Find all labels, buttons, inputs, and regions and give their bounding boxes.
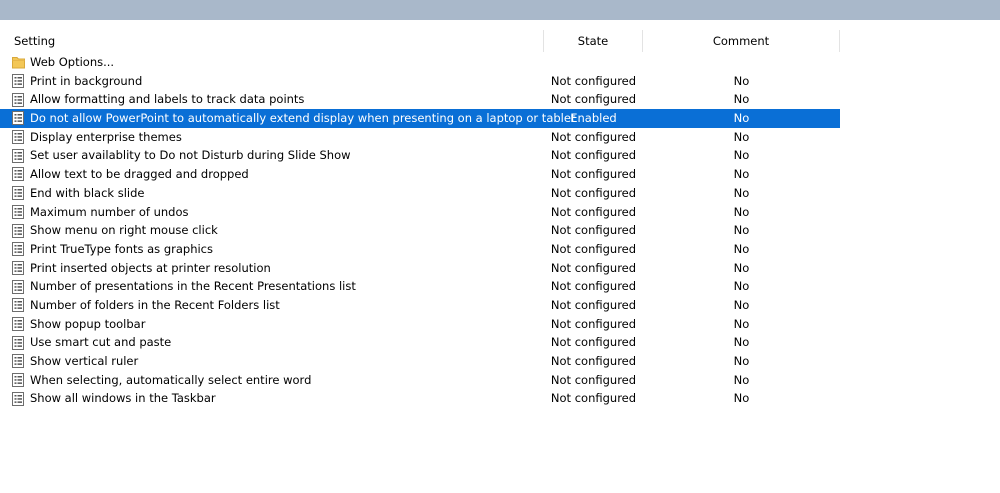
setting-row[interactable]: Show menu on right mouse click Not confi…	[0, 221, 840, 240]
setting-state: Not configured	[550, 391, 637, 406]
setting-row[interactable]: Print inserted objects at printer resolu…	[0, 259, 840, 278]
setting-state: Not configured	[550, 73, 637, 88]
setting-label: Show all windows in the Taskbar	[30, 391, 216, 406]
setting-state: Not configured	[550, 129, 637, 144]
setting-comment: No	[733, 297, 750, 312]
setting-row[interactable]: Show vertical ruler Not configured No	[0, 352, 840, 371]
setting-state: Enabled	[570, 111, 617, 126]
policy-setting-icon	[12, 354, 24, 369]
setting-comment: No	[733, 167, 750, 182]
setting-comment: No	[733, 148, 750, 163]
setting-state: Not configured	[550, 260, 637, 275]
setting-comment: No	[733, 204, 750, 219]
setting-comment: No	[733, 335, 750, 350]
setting-comment: No	[733, 129, 750, 144]
policy-setting-icon	[12, 260, 24, 275]
setting-comment: No	[733, 260, 750, 275]
setting-label: Show menu on right mouse click	[30, 223, 218, 238]
policy-setting-icon	[12, 92, 24, 107]
setting-label: Allow text to be dragged and dropped	[30, 167, 249, 182]
setting-row[interactable]: Allow text to be dragged and dropped Not…	[0, 165, 840, 184]
policy-setting-icon	[12, 130, 24, 145]
setting-label: Show vertical ruler	[30, 354, 139, 368]
setting-label: Print in background	[30, 73, 143, 88]
policy-setting-icon	[12, 316, 24, 331]
setting-label: Print inserted objects at printer resolu…	[30, 260, 271, 275]
folder-icon	[12, 57, 25, 69]
policy-setting-icon	[12, 335, 24, 350]
setting-state: Not configured	[550, 241, 637, 256]
setting-comment: No	[733, 316, 750, 331]
setting-state: Not configured	[550, 297, 637, 312]
setting-state: Not configured	[550, 148, 637, 163]
setting-row[interactable]: Display enterprise themes Not configured…	[0, 128, 840, 147]
setting-comment: No	[733, 73, 750, 88]
setting-comment: No	[733, 111, 750, 126]
policy-setting-icon	[12, 167, 24, 182]
setting-comment: No	[733, 185, 750, 200]
setting-comment: No	[733, 223, 750, 238]
setting-label: Number of presentations in the Recent Pr…	[30, 279, 356, 294]
setting-label: Maximum number of undos	[30, 204, 189, 219]
setting-state: Not configured	[550, 335, 637, 350]
setting-label: Do not allow PowerPoint to automatically…	[30, 111, 576, 126]
setting-state: Not configured	[550, 316, 637, 331]
policy-setting-icon	[12, 279, 24, 294]
setting-row[interactable]: Number of folders in the Recent Folders …	[0, 296, 840, 315]
folder-item-web-options[interactable]: Web Options...	[0, 53, 840, 72]
setting-state: Not configured	[550, 354, 637, 368]
policy-setting-icon	[12, 242, 24, 257]
setting-row-selected[interactable]: Do not allow PowerPoint to automatically…	[0, 109, 840, 128]
setting-row[interactable]: Show all windows in the Taskbar Not conf…	[0, 389, 840, 408]
setting-row[interactable]: End with black slide Not configured No	[0, 184, 840, 203]
setting-comment: No	[733, 279, 750, 294]
setting-state: Not configured	[550, 223, 637, 238]
setting-label: Set user availablity to Do not Disturb d…	[30, 148, 351, 163]
folder-label: Web Options...	[30, 55, 115, 69]
setting-row[interactable]: Print in background Not configured No	[0, 72, 840, 91]
setting-label: Use smart cut and paste	[30, 335, 172, 350]
column-header-comment[interactable]: Comment	[643, 30, 840, 52]
setting-state: Not configured	[550, 204, 637, 219]
column-header-setting[interactable]: Setting	[0, 30, 544, 52]
setting-row[interactable]: Number of presentations in the Recent Pr…	[0, 277, 840, 296]
setting-label: Allow formatting and labels to track dat…	[30, 92, 305, 107]
setting-state: Not configured	[550, 372, 637, 387]
window-top-strip	[0, 0, 1000, 20]
column-header: Setting State Comment	[0, 30, 840, 52]
policy-setting-icon	[12, 148, 24, 163]
setting-state: Not configured	[550, 185, 637, 200]
setting-label: Number of folders in the Recent Folders …	[30, 297, 280, 312]
setting-row[interactable]: Print TrueType fonts as graphics Not con…	[0, 240, 840, 259]
setting-row[interactable]: Maximum number of undos Not configured N…	[0, 203, 840, 222]
setting-label: Show popup toolbar	[30, 316, 146, 331]
policy-setting-icon	[12, 298, 24, 313]
setting-comment: No	[733, 391, 750, 406]
setting-row[interactable]: When selecting, automatically select ent…	[0, 371, 840, 390]
setting-comment: No	[733, 354, 750, 368]
setting-state: Not configured	[550, 92, 637, 107]
setting-label: Display enterprise themes	[30, 129, 182, 144]
settings-list: Web Options... Print in background Not c…	[0, 53, 840, 408]
setting-label: End with black slide	[30, 185, 145, 200]
policy-setting-icon	[12, 391, 24, 406]
policy-setting-icon	[12, 74, 24, 89]
setting-state: Not configured	[550, 279, 637, 294]
setting-row[interactable]: Allow formatting and labels to track dat…	[0, 90, 840, 109]
setting-comment: No	[733, 92, 750, 107]
setting-label: When selecting, automatically select ent…	[30, 372, 312, 387]
setting-row[interactable]: Use smart cut and paste Not configured N…	[0, 333, 840, 352]
setting-row[interactable]: Set user availablity to Do not Disturb d…	[0, 146, 840, 165]
policy-setting-icon	[12, 111, 24, 126]
setting-comment: No	[733, 372, 750, 387]
setting-label: Print TrueType fonts as graphics	[30, 241, 214, 256]
setting-state: Not configured	[550, 167, 637, 182]
policy-setting-icon	[12, 186, 24, 201]
setting-comment: No	[733, 241, 750, 256]
policy-setting-icon	[12, 223, 24, 238]
setting-row[interactable]: Show popup toolbar Not configured No	[0, 315, 840, 334]
policy-setting-icon	[12, 373, 24, 388]
column-header-state[interactable]: State	[544, 30, 643, 52]
policy-setting-icon	[12, 204, 24, 219]
